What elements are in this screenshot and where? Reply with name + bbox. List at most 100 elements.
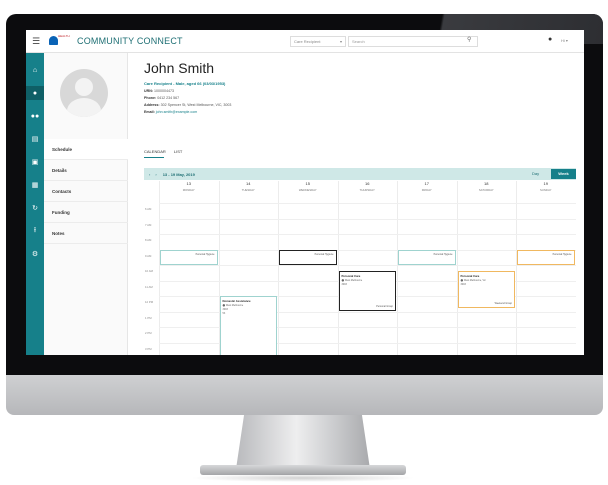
- time-row-line: [159, 265, 576, 266]
- day-header: 17 FRIDAY: [397, 181, 457, 192]
- day-number: 14: [246, 181, 251, 186]
- top-bar: ☰ HEALTH COMMUNITY CONNECT Care Recipien…: [26, 30, 584, 53]
- day-name: THURSDAY: [359, 188, 375, 192]
- calendar-event[interactable]: Personal Hygiene: [517, 249, 575, 265]
- group-icon[interactable]: ●●: [26, 109, 44, 123]
- day-name: WEDNESDAY: [298, 188, 317, 192]
- search-scope-select[interactable]: Care Recipient ▾: [290, 36, 346, 47]
- event-group-label: Personal Hygiene: [195, 252, 215, 256]
- event-title: Domestic Assistance: [222, 299, 251, 303]
- event-duration: 5h: [222, 312, 226, 315]
- nav-funding[interactable]: Funding: [44, 202, 128, 223]
- day-column-divider: [516, 181, 517, 355]
- location-pin-icon: ⬤: [341, 279, 345, 283]
- grid-icon[interactable]: ▦: [26, 178, 44, 192]
- active-tab-indicator: [144, 157, 164, 158]
- user-menu[interactable]: Hi ▾: [561, 38, 568, 43]
- nav-details[interactable]: Details: [44, 160, 128, 181]
- time-slot-label: 10 AM: [145, 269, 153, 273]
- nav-schedule[interactable]: Schedule: [44, 139, 128, 160]
- calendar-event[interactable]: Personal Hygiene: [398, 249, 456, 265]
- profile-header: John Smith Care Recipient - Male, aged 6…: [144, 60, 231, 114]
- person-icon[interactable]: ●: [26, 86, 44, 100]
- icon-rail: ⌂ ● ●● ▤ ▣ ▦ ↻ ⭱ ⚙: [26, 53, 44, 355]
- profile-side-panel: Schedule Details Contacts Funding Notes: [44, 53, 128, 355]
- location-pin-icon: ⬤: [460, 279, 464, 283]
- schedule-icon[interactable]: ▣: [26, 155, 44, 169]
- day-name: TUESDAY: [241, 188, 255, 192]
- event-title: Personal Care: [341, 274, 361, 279]
- tab-calendar[interactable]: CALENDAR: [144, 149, 166, 154]
- calendar-event[interactable]: Personal Care ⬤ West Melbourne 3003 Persona…: [338, 271, 396, 312]
- time-slot-label: 7 AM: [145, 222, 152, 227]
- time-slot-label: 6 AM: [145, 207, 152, 211]
- day-number: 13: [186, 181, 191, 186]
- day-header: 15 WEDNESDAY: [278, 181, 338, 192]
- profile-subtitle: Care Recipient - Male, aged 66 (03/03/19…: [144, 81, 226, 86]
- event-group-label: Personal Hygiene: [552, 252, 572, 256]
- app-title: COMMUNITY CONNECT: [77, 36, 183, 46]
- calendar-icon[interactable]: ▤: [26, 132, 44, 146]
- time-slot-label: 3 PM: [145, 346, 152, 351]
- time-slot-label: 9 AM: [145, 253, 152, 258]
- search-input[interactable]: Search: [348, 36, 478, 47]
- upload-icon[interactable]: ⭱: [26, 224, 44, 238]
- next-week-button[interactable]: ›: [155, 172, 156, 177]
- monitor-stand: [236, 415, 370, 469]
- home-icon[interactable]: ⌂: [26, 63, 44, 77]
- nav-contacts[interactable]: Contacts: [44, 181, 128, 202]
- event-postcode: 3003: [222, 308, 228, 311]
- calendar-event[interactable]: Domestic Assistance ⬤ West Melbourne 3003 5…: [219, 296, 277, 355]
- gear-icon[interactable]: ⚙: [26, 247, 44, 261]
- day-number: 18: [484, 181, 489, 186]
- nav-notes[interactable]: Notes: [44, 223, 128, 244]
- day-number: 15: [305, 181, 310, 186]
- week-view-button[interactable]: Week: [551, 169, 576, 179]
- time-slot-label: 12 PM: [145, 300, 154, 304]
- monitor-chin: [6, 375, 603, 415]
- time-row-line: [159, 203, 576, 204]
- calendar-event[interactable]: Personal Hygiene: [160, 249, 218, 265]
- day-column-divider: [337, 181, 339, 355]
- tab-list[interactable]: LIST: [174, 149, 182, 154]
- calendar-event[interactable]: Personal Hygiene: [279, 249, 337, 265]
- day-header: 16 THURSDAY: [338, 181, 398, 192]
- day-view-button[interactable]: Day: [532, 171, 539, 176]
- calendar-event[interactable]: Personal Care ⬤ West Melbourne, Vic 3003 We…: [457, 271, 515, 309]
- event-group-label: Personal Hygiene: [314, 252, 334, 256]
- history-icon[interactable]: ↻: [26, 201, 44, 215]
- day-column-divider: [397, 181, 398, 355]
- user-icon[interactable]: ●: [548, 36, 552, 43]
- prev-week-button[interactable]: ‹: [149, 172, 150, 177]
- time-slot-label: 8 AM: [145, 238, 152, 242]
- day-name: FRIDAY: [421, 188, 432, 192]
- location-pin-icon: ⬤: [222, 304, 226, 307]
- day-name: MONDAY: [182, 188, 195, 192]
- time-row-line: [159, 234, 576, 235]
- chevron-down-icon: ▾: [339, 39, 342, 44]
- search-scope-value: Care Recipient: [294, 39, 321, 44]
- profile-urn: URN: 1000004473: [144, 89, 174, 93]
- event-title: Personal Care: [460, 274, 480, 279]
- search-placeholder: Search: [352, 39, 365, 44]
- time-row-line: [159, 218, 576, 220]
- event-location: ⬤ West Melbourne: [341, 279, 363, 283]
- calendar-range: 13 - 19 May, 2019: [162, 171, 195, 177]
- monitor-scene: ☰ HEALTH COMMUNITY CONNECT Care Recipien…: [0, 0, 608, 485]
- profile-address: Address: 302 Spencer St, West Melbourne,…: [144, 103, 232, 107]
- hamburger-menu-icon[interactable]: ☰: [32, 36, 44, 47]
- day-header: 14 TUESDAY: [219, 181, 279, 192]
- search-icon[interactable]: ⚲: [467, 36, 471, 43]
- monitor-shadow: [190, 474, 416, 482]
- view-tabs: CALENDAR LIST: [144, 149, 189, 154]
- email-link[interactable]: john.smith@example.com: [156, 110, 197, 114]
- day-header: 19 SUNDAY: [516, 181, 576, 192]
- week-calendar: ‹ › 13 - 19 May, 2019 Day Week 13 MONDAY 1…: [144, 168, 576, 355]
- event-postcode: 3003: [341, 283, 347, 287]
- profile-phone: Phone: 0412 234 567: [144, 96, 180, 100]
- event-location: ⬤ West Melbourne, Vic: [460, 279, 486, 283]
- day-column-divider: [278, 181, 279, 355]
- time-row-line: [159, 249, 576, 251]
- day-header: 13 MONDAY: [159, 181, 219, 192]
- logo-tag: HEALTH: [58, 34, 70, 38]
